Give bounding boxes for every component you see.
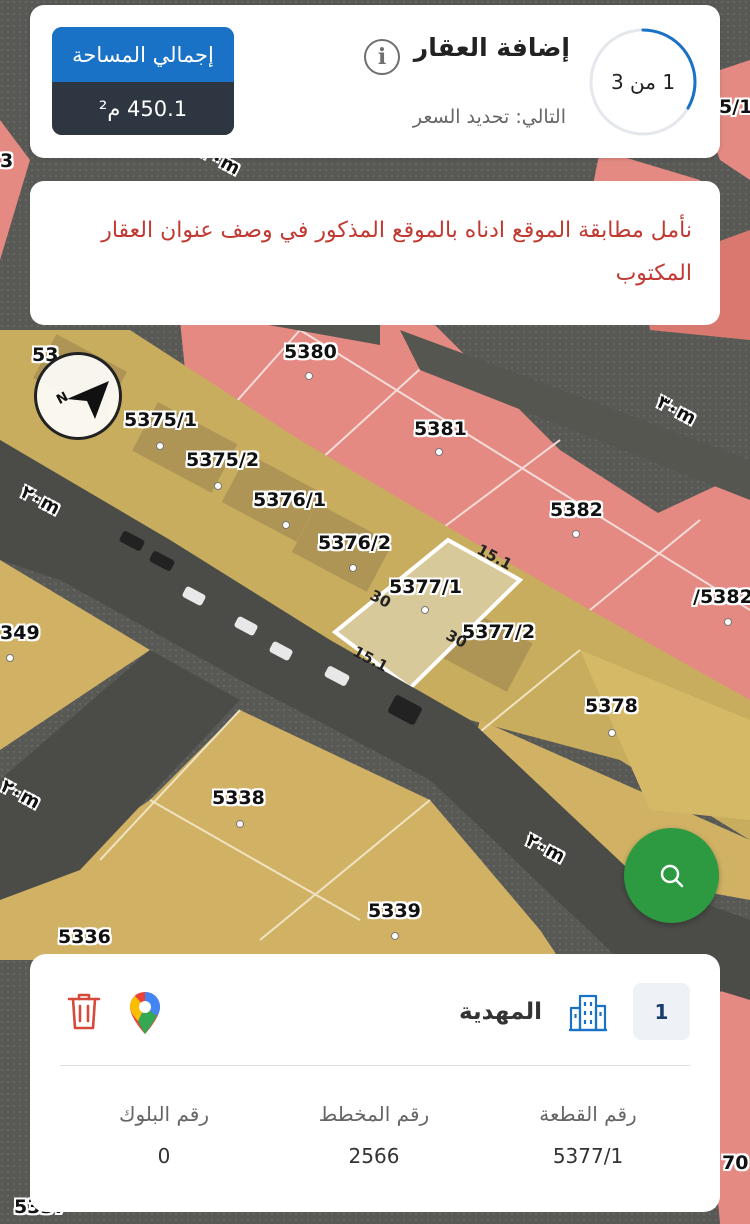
- plan-number-value: 2566: [348, 1144, 400, 1168]
- plan-number-label: رقم المخطط: [318, 1102, 430, 1126]
- info-icon[interactable]: i: [364, 39, 400, 75]
- property-details-card: 1 المهدية رقم القطعة 5377/1 رقم المخطط 2…: [30, 954, 720, 1212]
- search-icon: [660, 864, 683, 887]
- page-title: إضافة العقار: [413, 33, 570, 62]
- parcel-label[interactable]: 5377/2: [462, 623, 535, 642]
- parcel-label-selected[interactable]: 5377/1: [389, 578, 462, 597]
- total-area-box: إجمالي المساحة 450.1 م²: [52, 27, 234, 135]
- parcel-label[interactable]: 5336: [58, 928, 111, 947]
- parcel-number-field: رقم القطعة 5377/1: [498, 1102, 678, 1168]
- parcel-label[interactable]: 5338: [212, 789, 265, 808]
- parcel-label[interactable]: 5381: [414, 420, 467, 439]
- block-number-value: 0: [157, 1144, 171, 1168]
- step-header-card: إجمالي المساحة 450.1 م² i إضافة العقار ا…: [30, 5, 720, 158]
- parcel-label[interactable]: 5375/2: [186, 451, 259, 470]
- total-area-label: إجمالي المساحة: [52, 27, 234, 82]
- parcel-label[interactable]: 5376/2: [318, 534, 391, 553]
- neighborhood-name: المهدية: [459, 999, 542, 1025]
- total-area-value: 450.1 م²: [52, 82, 234, 135]
- parcel-label[interactable]: /5382: [693, 588, 750, 607]
- parcel-label[interactable]: 5376/1: [253, 491, 326, 510]
- building-icon: [569, 994, 607, 1032]
- parcel-number-label: رقم القطعة: [539, 1102, 637, 1126]
- next-step-label: التالي: تحديد السعر: [412, 106, 566, 128]
- parcel-number-value: 5377/1: [552, 1144, 624, 1168]
- map-pin-icon[interactable]: [128, 990, 162, 1036]
- block-number-label: رقم البلوك: [118, 1102, 209, 1126]
- step-counter: 1 من 3: [610, 70, 676, 94]
- divider: [60, 1065, 690, 1066]
- parcel-label[interactable]: 5375/1: [124, 411, 197, 430]
- trash-icon[interactable]: [66, 990, 102, 1032]
- parcel-label[interactable]: 5/1: [719, 98, 750, 117]
- notice-text: نأمل مطابقة الموقع ادناه بالموقع المذكور…: [101, 218, 692, 286]
- compass-icon[interactable]: N: [34, 352, 122, 440]
- parcel-label[interactable]: 3: [0, 152, 13, 171]
- block-number-field: رقم البلوك 0: [74, 1102, 254, 1168]
- plan-number-field: رقم المخطط 2566: [284, 1102, 464, 1168]
- parcel-label[interactable]: 349: [0, 624, 40, 643]
- search-button[interactable]: [624, 828, 719, 923]
- parcel-label[interactable]: 5339: [368, 902, 421, 921]
- property-index-badge: 1: [633, 983, 690, 1040]
- location-notice: نأمل مطابقة الموقع ادناه بالموقع المذكور…: [30, 181, 720, 325]
- parcel-label[interactable]: 70: [722, 1154, 748, 1173]
- svg-text:N: N: [54, 390, 71, 408]
- parcel-label[interactable]: 5380: [284, 343, 337, 362]
- parcel-label[interactable]: 5378: [585, 697, 638, 716]
- parcel-label[interactable]: 5382: [550, 501, 603, 520]
